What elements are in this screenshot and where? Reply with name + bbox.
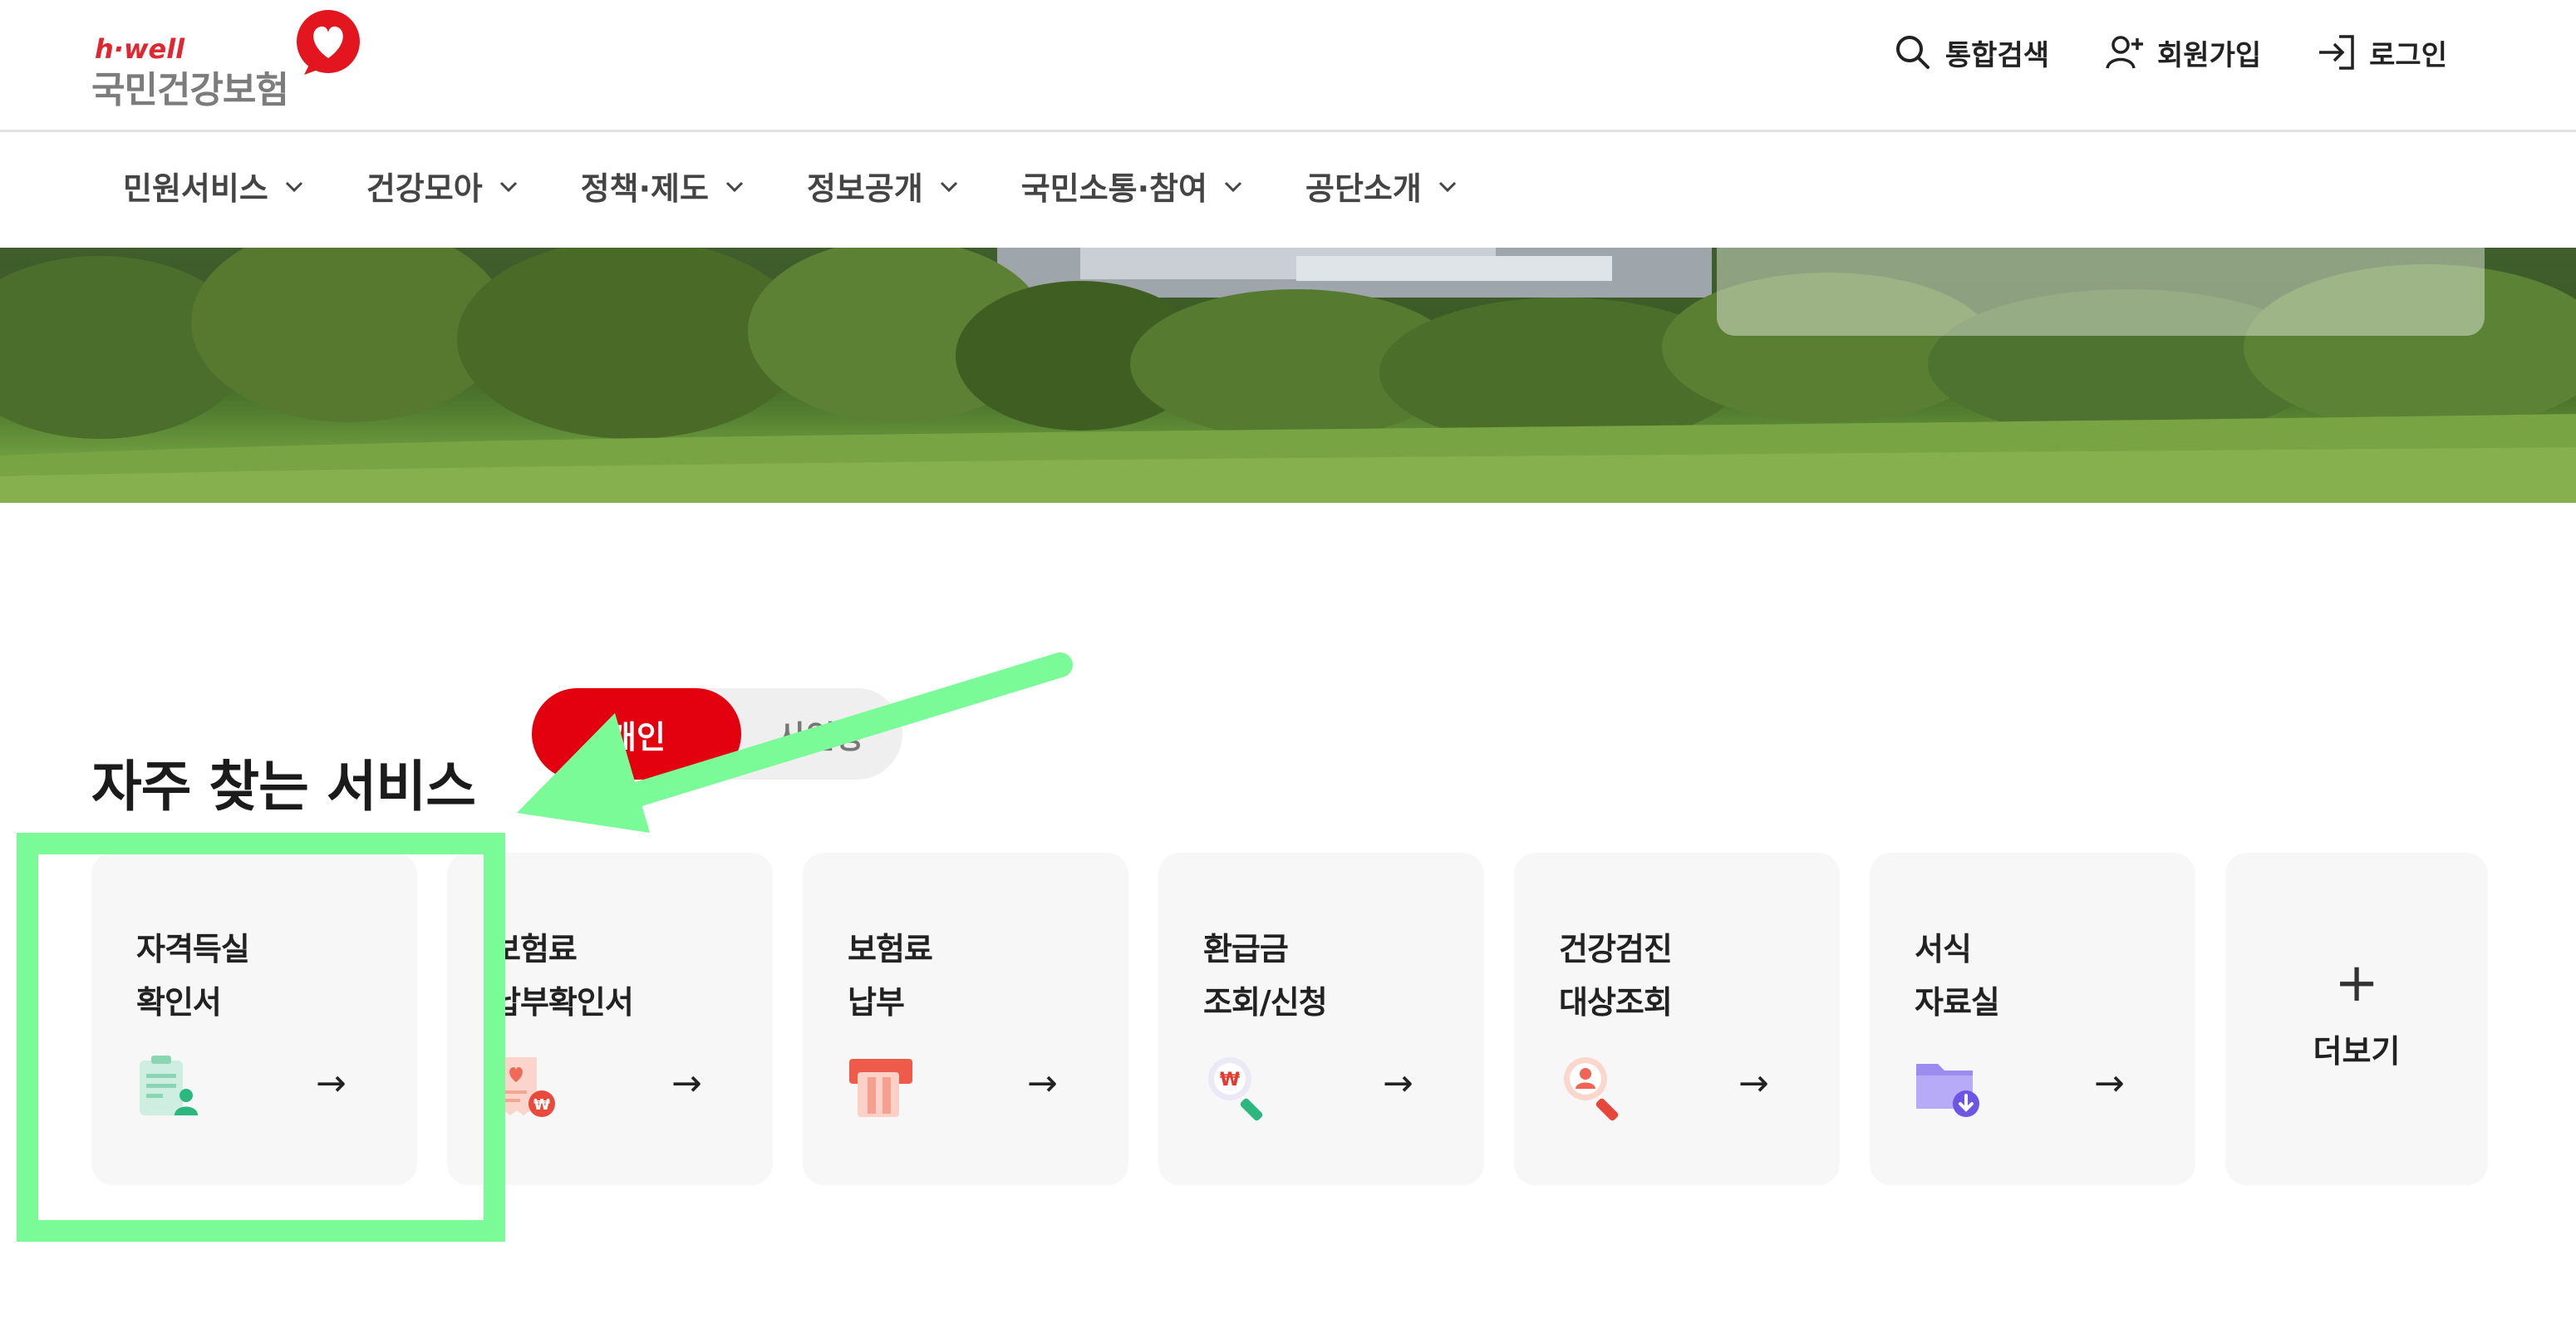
login-link-label: 로그인: [2369, 38, 2447, 72]
card-payment-icon: [849, 1059, 912, 1117]
chevron-down-icon: [285, 181, 302, 192]
arrow-right-icon: →: [2094, 1062, 2125, 1105]
arrow-right-icon: →: [1738, 1062, 1769, 1105]
arrow-right-icon: →: [1027, 1062, 1058, 1105]
card-title-line2: 대상조회: [1559, 984, 1673, 1021]
highlight-box: [17, 833, 505, 1242]
tab-business[interactable]: 사업장: [740, 688, 902, 780]
card-title-line2: 조회/신청: [1203, 984, 1328, 1021]
nav-info-disclosure-label: 정보공개: [806, 170, 923, 207]
plus-icon: +: [2334, 952, 2379, 1014]
card-title-line1: 서식: [1915, 931, 1972, 967]
service-type-toggle: 사업장 개인: [532, 688, 902, 780]
user-plus-icon: [2106, 36, 2144, 69]
card-title: 서식 자료실: [1915, 923, 2000, 1029]
nav-about-label: 공단소개: [1305, 170, 1422, 207]
card-title-line1: 건강검진: [1559, 931, 1673, 967]
svg-text:₩: ₩: [1220, 1070, 1240, 1090]
chevron-down-icon: [725, 181, 743, 192]
chevron-down-icon: [940, 181, 957, 192]
nav-policy-label: 정책·제도: [580, 170, 709, 207]
search-won-icon: ₩: [1208, 1057, 1263, 1121]
nav-participation[interactable]: 국민소통·참여: [1021, 163, 1244, 209]
card-refund-inquiry[interactable]: 환급금 조회/신청 ₩ →: [1158, 853, 1484, 1185]
card-title-line2: 자료실: [1915, 984, 2000, 1021]
chevron-down-icon: [1224, 181, 1242, 192]
card-title: 환급금 조회/신청: [1203, 923, 1328, 1029]
search-link-label: 통합검색: [1944, 38, 2050, 72]
search-icon: [1895, 36, 1930, 69]
card-title-line1: 보험료: [492, 931, 578, 967]
chevron-down-icon: [499, 181, 517, 192]
card-title: 건강검진 대상조회: [1559, 923, 1673, 1029]
login-link[interactable]: 로그인: [2316, 32, 2447, 73]
svg-text:₩: ₩: [533, 1096, 550, 1114]
card-title-line1: 환급금: [1203, 931, 1289, 967]
signup-link-label: 회원가입: [2157, 38, 2262, 72]
folder-download-icon: [1916, 1064, 1979, 1117]
arrow-right-icon: →: [671, 1062, 702, 1105]
heart-icon: [297, 10, 360, 75]
card-title: 보험료 납부: [848, 923, 933, 1029]
nav-civil-service[interactable]: 민원서비스: [123, 163, 305, 209]
card-title-line2: 납부확인서: [492, 984, 634, 1021]
services-title: 자주 찾는 서비스: [91, 754, 476, 819]
more-label: 더보기: [2313, 1033, 2401, 1070]
search-person-icon: [1564, 1057, 1619, 1121]
tab-personal[interactable]: 개인: [532, 688, 741, 780]
utility-nav: 통합검색 회원가입 로그인: [1892, 25, 2447, 80]
card-health-checkup-target[interactable]: 건강검진 대상조회 →: [1514, 853, 1840, 1185]
arrow-right-icon: →: [1383, 1062, 1413, 1105]
card-premium-payment[interactable]: 보험료 납부 →: [803, 853, 1128, 1185]
logo-brand-main: 국민건강보험: [91, 69, 289, 111]
search-link[interactable]: 통합검색: [1892, 32, 2049, 73]
card-title-line2: 납부: [848, 984, 905, 1021]
nav-health-moa-label: 건강모아: [366, 170, 483, 207]
more-services-button[interactable]: + 더보기: [2225, 853, 2488, 1185]
nav-about[interactable]: 공단소개: [1305, 163, 1458, 209]
card-forms-library[interactable]: 서식 자료실 →: [1870, 853, 2195, 1185]
login-icon: [2319, 35, 2354, 70]
nav-civil-service-label: 민원서비스: [123, 170, 268, 207]
main-nav: 민원서비스 건강모아 정책·제도 정보공개 국민소통·참여 공단소개: [123, 163, 1520, 209]
nav-policy[interactable]: 정책·제도: [581, 163, 745, 209]
nav-health-moa[interactable]: 건강모아: [366, 163, 519, 209]
hero-overlay-panel: [1717, 248, 2485, 336]
signup-link[interactable]: 회원가입: [2104, 32, 2261, 73]
chevron-down-icon: [1438, 181, 1456, 192]
top-header: h·well 국민건강보험 통합검색 회원가입 로그인: [0, 0, 2576, 132]
nav-participation-label: 국민소통·참여: [1020, 170, 1207, 207]
site-logo[interactable]: h·well 국민건강보험: [90, 8, 364, 111]
nav-info-disclosure[interactable]: 정보공개: [807, 163, 960, 209]
card-title-line1: 보험료: [848, 931, 933, 967]
card-title: 보험료 납부확인서: [492, 923, 634, 1029]
